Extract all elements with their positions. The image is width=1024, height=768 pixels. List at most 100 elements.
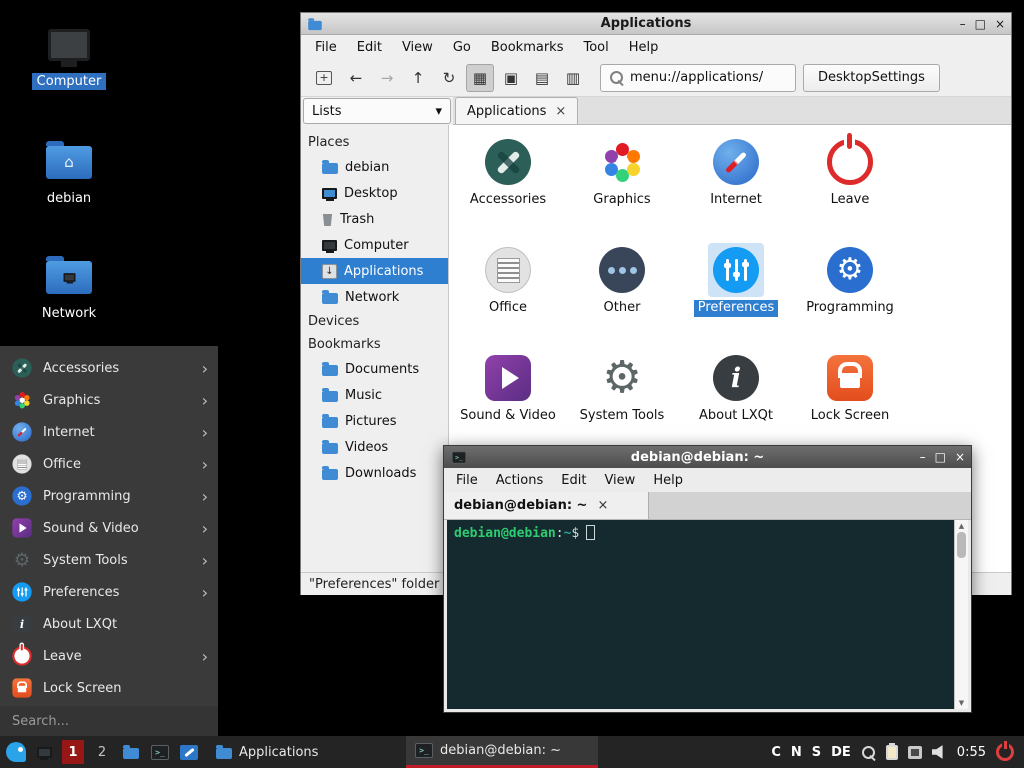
menu-actions[interactable]: Actions [496, 473, 544, 488]
minimize-icon[interactable]: – [960, 18, 966, 30]
clipboard-tray-icon[interactable] [886, 745, 898, 760]
up-button[interactable]: ↑ [404, 64, 432, 92]
app-item-preferences[interactable]: Preferences [679, 243, 793, 351]
menu-view[interactable]: View [604, 473, 635, 488]
app-item-programming[interactable]: Programming [793, 243, 907, 351]
terminal-scrollbar[interactable]: ▲ ▼ [954, 520, 968, 709]
taskbar-task-terminal[interactable]: >_ debian@debian: ~ [406, 736, 598, 768]
menu-go[interactable]: Go [453, 40, 471, 55]
quicklaunch-file-manager-icon[interactable] [120, 740, 142, 764]
close-icon[interactable]: × [955, 451, 965, 463]
menu-view[interactable]: View [402, 40, 433, 55]
app-item-sound-video[interactable]: Sound & Video [451, 351, 565, 459]
app-item-leave[interactable]: Leave [793, 135, 907, 243]
sidebar-mode-combo[interactable]: Lists ▾ [303, 98, 451, 124]
sidebar-item-applications[interactable]: ↓Applications [301, 258, 448, 284]
maximize-icon[interactable]: □ [935, 451, 946, 463]
menu-bookmarks[interactable]: Bookmarks [491, 40, 564, 55]
search-input[interactable] [12, 714, 206, 729]
refresh-button[interactable]: ↻ [435, 64, 463, 92]
desktop-icon-computer[interactable]: Computer [14, 22, 124, 90]
workspace-1-button[interactable]: 1 [62, 740, 84, 764]
menu-item-programming[interactable]: Programming › [0, 480, 218, 512]
app-item-office[interactable]: Office [451, 243, 565, 351]
show-desktop-icon[interactable] [33, 740, 55, 764]
compact-view-button[interactable]: ▤ [528, 64, 556, 92]
terminal-tab[interactable]: debian@debian: ~ × [444, 492, 649, 519]
folder-icon [322, 469, 338, 480]
menu-item-system-tools[interactable]: System Tools › [0, 544, 218, 576]
office-icon [12, 454, 32, 474]
new-tab-button[interactable]: + [309, 64, 339, 92]
lxqt-menu-icon[interactable] [6, 742, 26, 762]
start-menu: Accessories › Graphics › Internet › Offi… [0, 346, 218, 736]
terminal-titlebar[interactable]: >_ debian@debian: ~ – □ × [444, 446, 971, 468]
power-tray-icon[interactable] [996, 743, 1014, 761]
sidebar-item-videos[interactable]: Videos [301, 434, 448, 460]
forward-button[interactable]: → [373, 64, 401, 92]
menu-edit[interactable]: Edit [357, 40, 382, 55]
terminal-screen[interactable]: debian@debian:~$ [447, 520, 954, 709]
menu-item-office[interactable]: Office › [0, 448, 218, 480]
sidebar-item-desktop[interactable]: Desktop [301, 180, 448, 206]
menu-item-preferences[interactable]: Preferences › [0, 576, 218, 608]
app-item-graphics[interactable]: Graphics [565, 135, 679, 243]
clock[interactable]: 0:55 [957, 745, 986, 760]
keyboard-layout-indicator[interactable]: DE [831, 745, 851, 760]
menu-help[interactable]: Help [653, 473, 683, 488]
desktop-settings-button[interactable]: DesktopSettings [803, 64, 940, 92]
menu-file[interactable]: File [315, 40, 337, 55]
taskbar-task-applications[interactable]: Applications [207, 736, 399, 768]
app-item-accessories[interactable]: Accessories [451, 135, 565, 243]
sidebar-item-documents[interactable]: Documents [301, 356, 448, 382]
app-item-about-lxqt[interactable]: About LXQt [679, 351, 793, 459]
app-item-internet[interactable]: Internet [679, 135, 793, 243]
menu-item-sound-video[interactable]: Sound & Video › [0, 512, 218, 544]
taskbar: 1 2 >_ Applications >_ debian@debian: ~ … [0, 736, 1024, 768]
panel-tray-icon[interactable] [908, 746, 922, 759]
quicklaunch-terminal-icon[interactable]: >_ [149, 740, 171, 764]
tab-close-icon[interactable]: × [555, 104, 566, 119]
menu-file[interactable]: File [456, 473, 478, 488]
menu-tool[interactable]: Tool [583, 40, 608, 55]
fm-menubar: File Edit View Go Bookmarks Tool Help [301, 35, 1011, 59]
menu-help[interactable]: Help [629, 40, 659, 55]
desktop-icon-network[interactable]: Network [14, 254, 124, 322]
path-bar[interactable]: menu://applications/ [600, 64, 796, 92]
scroll-down-icon[interactable]: ▼ [959, 699, 964, 707]
fm-titlebar[interactable]: Applications – □ × [301, 13, 1011, 35]
sidebar-item-computer[interactable]: Computer [301, 232, 448, 258]
sidebar-item-music[interactable]: Music [301, 382, 448, 408]
app-item-system-tools[interactable]: System Tools [565, 351, 679, 459]
minimize-icon[interactable]: – [920, 451, 926, 463]
menu-item-accessories[interactable]: Accessories › [0, 352, 218, 384]
detailed-view-button[interactable]: ▥ [559, 64, 587, 92]
volume-icon[interactable] [932, 745, 947, 760]
back-button[interactable]: ← [342, 64, 370, 92]
menu-item-about-lxqt[interactable]: About LXQt [0, 608, 218, 640]
menu-item-lock-screen[interactable]: Lock Screen [0, 672, 218, 704]
menu-item-leave[interactable]: Leave › [0, 640, 218, 672]
icon-view-button[interactable]: ▦ [466, 64, 494, 92]
desktop-icon-debian[interactable]: ⌂ debian [14, 139, 124, 207]
workspace-2-button[interactable]: 2 [91, 740, 113, 764]
scrollbar-thumb[interactable] [957, 532, 966, 558]
scroll-up-icon[interactable]: ▲ [959, 522, 964, 530]
thumbnail-view-button[interactable]: ▣ [497, 64, 525, 92]
sidebar-item-trash[interactable]: Trash [301, 206, 448, 232]
menu-edit[interactable]: Edit [561, 473, 586, 488]
app-item-other[interactable]: Other [565, 243, 679, 351]
sidebar-item-pictures[interactable]: Pictures [301, 408, 448, 434]
sidebar-item-downloads[interactable]: Downloads [301, 460, 448, 486]
tab-close-icon[interactable]: × [597, 498, 608, 513]
quicklaunch-editor-icon[interactable] [178, 740, 200, 764]
menu-item-internet[interactable]: Internet › [0, 416, 218, 448]
magnifier-tray-icon[interactable] [861, 745, 876, 760]
close-icon[interactable]: × [995, 18, 1005, 30]
tab-applications[interactable]: Applications × [455, 97, 578, 124]
maximize-icon[interactable]: □ [975, 18, 986, 30]
sidebar-item-network[interactable]: Network [301, 284, 448, 310]
sidebar-item-debian[interactable]: debian [301, 154, 448, 180]
menu-item-graphics[interactable]: Graphics › [0, 384, 218, 416]
app-item-lock-screen[interactable]: Lock Screen [793, 351, 907, 459]
